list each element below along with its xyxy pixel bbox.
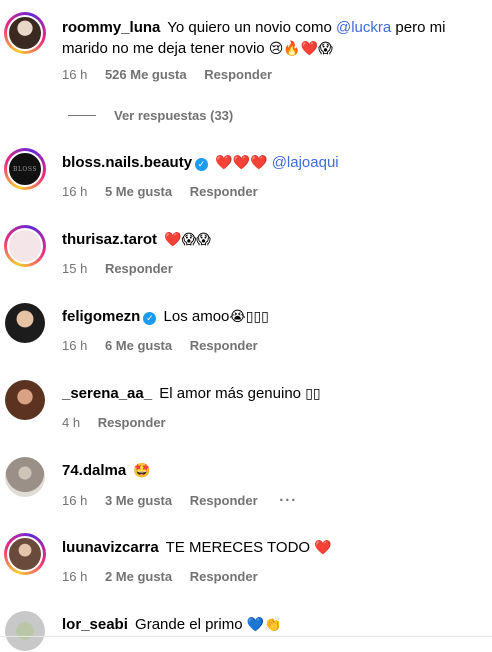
comment-time: 16 h bbox=[62, 184, 88, 199]
comment-text: Los amoo bbox=[163, 308, 230, 325]
comment-text: Grande el primo bbox=[135, 616, 243, 633]
comment-body: 74.dalma 🤩 bbox=[62, 460, 482, 482]
more-options-icon[interactable]: ··· bbox=[279, 492, 297, 509]
avatar[interactable] bbox=[4, 610, 46, 652]
avatar-image bbox=[7, 536, 43, 572]
comment-meta: 15 h Responder bbox=[62, 261, 187, 276]
avatar[interactable] bbox=[4, 456, 46, 498]
avatar-logo-text: BLOSS bbox=[13, 165, 37, 173]
comment-body: roommy_luna Yo quiero un novio como @luc… bbox=[62, 17, 482, 60]
likes-count[interactable]: 526 Me gusta bbox=[105, 67, 187, 82]
comment-body: thurisaz.tarot ❤️😱😱 bbox=[62, 229, 482, 251]
likes-count[interactable]: 6 Me gusta bbox=[105, 338, 172, 353]
comment-username[interactable]: thurisaz.tarot bbox=[62, 231, 157, 248]
avatar-image bbox=[5, 380, 45, 420]
comment-username[interactable]: luunavizcarra bbox=[62, 539, 159, 556]
avatar[interactable] bbox=[4, 225, 46, 267]
comment-body: luunavizcarra TE MERECES TODO ❤️ bbox=[62, 537, 482, 559]
reply-button[interactable]: Responder bbox=[190, 493, 258, 508]
avatar-image bbox=[5, 303, 45, 343]
reply-button[interactable]: Responder bbox=[190, 569, 258, 584]
comment-emojis: 😢🔥❤️😱 bbox=[268, 41, 333, 57]
comment-time: 4 h bbox=[62, 415, 81, 430]
bottom-divider bbox=[0, 636, 492, 637]
comment-username[interactable]: roommy_luna bbox=[62, 19, 160, 36]
avatar-image bbox=[5, 611, 45, 651]
comment-meta: 16 h 5 Me gusta Responder bbox=[62, 184, 272, 199]
comment-username[interactable]: _serena_aa_ bbox=[62, 385, 152, 402]
comment-mention[interactable]: @luckra bbox=[336, 19, 391, 36]
avatar[interactable]: BLOSS bbox=[4, 148, 46, 190]
comment-time: 16 h bbox=[62, 493, 88, 508]
comment-body: lor_seabi Grande el primo 💙👏 bbox=[62, 614, 482, 636]
verified-badge-icon: ✓ bbox=[195, 158, 209, 171]
comment-emojis: ❤️❤️❤️ bbox=[215, 155, 268, 171]
comment-time: 16 h bbox=[62, 338, 88, 353]
comment-emojis: 😭▯▯▯ bbox=[229, 309, 269, 325]
likes-count[interactable]: 3 Me gusta bbox=[105, 493, 172, 508]
avatar-image: BLOSS bbox=[7, 151, 43, 187]
avatar[interactable] bbox=[4, 12, 46, 54]
comment-emojis: ❤️😱😱 bbox=[164, 232, 211, 248]
comment-meta: 16 h 526 Me gusta Responder bbox=[62, 67, 286, 82]
comment-text: TE MERECES TODO bbox=[165, 539, 311, 556]
comment-meta: 4 h Responder bbox=[62, 415, 180, 430]
comment-text: Yo quiero un novio como bbox=[167, 19, 336, 36]
comment-meta: 16 h 6 Me gusta Responder bbox=[62, 338, 272, 353]
avatar-image bbox=[7, 15, 43, 51]
comment-username[interactable]: feligomezn bbox=[62, 308, 140, 325]
reply-button[interactable]: Responder bbox=[98, 415, 166, 430]
avatar-image bbox=[5, 457, 45, 497]
comment-username[interactable]: bloss.nails.beauty bbox=[62, 154, 192, 171]
comment-text: El amor más genuino bbox=[159, 385, 302, 402]
view-replies-label: Ver respuestas (33) bbox=[114, 108, 234, 123]
reply-button[interactable]: Responder bbox=[190, 338, 258, 353]
comment-time: 16 h bbox=[62, 569, 88, 584]
replies-divider-line bbox=[68, 115, 96, 116]
comment-emojis: ❤️ bbox=[314, 540, 332, 556]
comment-username[interactable]: lor_seabi bbox=[62, 616, 128, 633]
reply-button[interactable]: Responder bbox=[190, 184, 258, 199]
avatar[interactable] bbox=[4, 379, 46, 421]
comment-emojis: 💙👏 bbox=[246, 617, 282, 633]
comment-mention[interactable]: @lajoaqui bbox=[272, 154, 339, 171]
reply-button[interactable]: Responder bbox=[204, 67, 272, 82]
comment-body: bloss.nails.beauty ✓ ❤️❤️❤️ @lajoaqui bbox=[62, 152, 482, 174]
verified-badge-icon: ✓ bbox=[143, 312, 157, 325]
comment-body: feligomezn ✓ Los amoo😭▯▯▯ bbox=[62, 306, 482, 328]
comment-time: 16 h bbox=[62, 67, 88, 82]
comment-time: 15 h bbox=[62, 261, 88, 276]
comment-username[interactable]: 74.dalma bbox=[62, 462, 126, 479]
comment-meta: 16 h 2 Me gusta Responder bbox=[62, 569, 272, 584]
comment-meta: 16 h 3 Me gusta Responder ··· bbox=[62, 492, 311, 509]
comment-emojis: 🤩 bbox=[133, 463, 151, 479]
reply-button[interactable]: Responder bbox=[105, 261, 173, 276]
likes-count[interactable]: 2 Me gusta bbox=[105, 569, 172, 584]
avatar-image bbox=[7, 228, 43, 264]
likes-count[interactable]: 5 Me gusta bbox=[105, 184, 172, 199]
comment-body: _serena_aa_ El amor más genuino ▯▯ bbox=[62, 383, 482, 405]
avatar[interactable] bbox=[4, 302, 46, 344]
avatar[interactable] bbox=[4, 533, 46, 575]
view-replies-button[interactable]: Ver respuestas (33) bbox=[68, 108, 233, 123]
comment-emojis: ▯▯ bbox=[305, 386, 321, 402]
